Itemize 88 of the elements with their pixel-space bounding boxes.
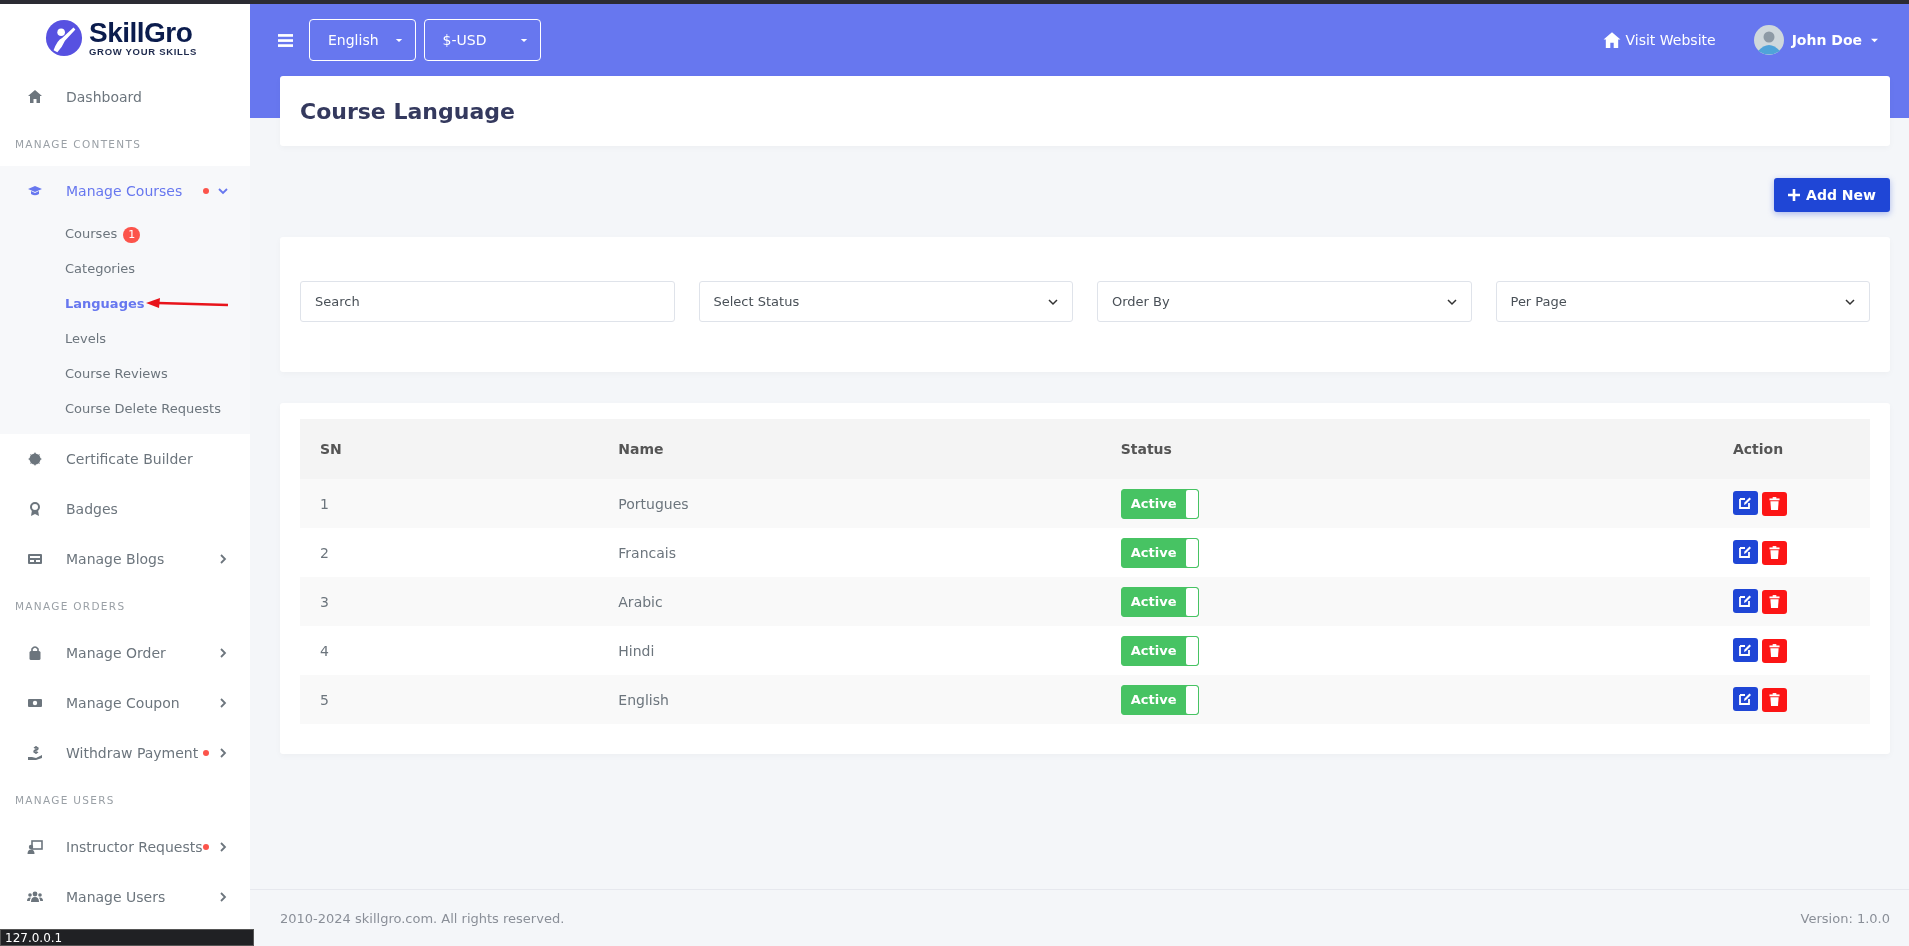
hand-dollar-icon — [27, 745, 43, 761]
edit-button[interactable] — [1733, 687, 1758, 712]
menu-button[interactable] — [278, 32, 293, 48]
plus-icon — [1788, 189, 1801, 201]
language-dropdown[interactable]: English — [309, 19, 416, 61]
column-header: Status — [1100, 419, 1713, 479]
sidebar-item[interactable]: Manage Users — [0, 872, 250, 922]
chalkboard-user-icon — [27, 839, 43, 855]
delete-button[interactable] — [1762, 491, 1787, 516]
table-cell: Portugues — [598, 479, 1101, 528]
currency-dropdown[interactable]: $-USD — [423, 19, 542, 61]
trash-icon — [1769, 595, 1780, 609]
submenu-item[interactable]: Levels — [0, 321, 107, 356]
chevron-down-icon — [1048, 296, 1058, 307]
chevron-down-icon — [1446, 296, 1457, 307]
edit-icon — [1738, 643, 1753, 658]
caret-icon — [394, 36, 403, 44]
edit-button[interactable] — [1733, 638, 1758, 663]
table-cell: Arabic — [598, 577, 1101, 626]
sidebar-item[interactable]: Withdraw Payment — [0, 728, 250, 778]
sidebar-item[interactable]: Instructor Requests — [0, 822, 250, 872]
status-url-tooltip: 127.0.0.1 — [0, 929, 254, 946]
sidebar-item[interactable]: Badges — [0, 484, 250, 534]
table-cell: 1 — [300, 479, 599, 528]
table-cell: 3 — [300, 577, 599, 626]
delete-button[interactable] — [1762, 687, 1787, 712]
home-icon — [27, 89, 43, 105]
section-heading: MANAGE USERS — [14, 793, 116, 808]
table-cell: 2 — [300, 528, 599, 577]
edit-icon — [1738, 545, 1753, 560]
trash-icon — [1769, 546, 1780, 560]
select-field[interactable]: Select Status — [698, 281, 1073, 322]
add-new-button[interactable]: Add New — [1774, 178, 1890, 212]
edit-icon — [1738, 594, 1753, 609]
table-cell: 4 — [300, 626, 599, 675]
table-cell: Francais — [598, 528, 1101, 577]
edit-button[interactable] — [1733, 589, 1758, 614]
users-icon — [27, 889, 43, 905]
version-text: Version: 1.0.0 — [1800, 910, 1890, 926]
delete-button[interactable] — [1762, 540, 1787, 565]
edit-button[interactable] — [1733, 540, 1758, 565]
section-heading: MANAGE ORDERS — [14, 599, 127, 614]
edit-button[interactable] — [1733, 491, 1758, 516]
sidebar-item[interactable]: Certificate Builder — [0, 434, 250, 484]
copyright-text: 2010-2024 skillgro.com. All rights reserved. — [280, 910, 565, 926]
page-title: Course Language — [300, 98, 515, 124]
table-cell: Hindi — [598, 626, 1101, 675]
sidebar-item[interactable]: Manage Order — [0, 628, 250, 678]
trash-icon — [1769, 693, 1780, 707]
logo-icon — [45, 19, 83, 57]
sidebar-item[interactable]: Manage Courses — [0, 166, 250, 216]
trash-icon — [1769, 497, 1780, 511]
menu-icon — [278, 32, 293, 48]
caret-icon — [520, 36, 529, 44]
submenu-item[interactable]: Course Reviews — [0, 356, 168, 391]
column-header: SN — [300, 419, 599, 479]
submenu-item[interactable]: Course Delete Requests — [0, 391, 221, 426]
trash-icon — [1769, 644, 1780, 658]
shopping-bag-icon — [27, 645, 43, 661]
select-field[interactable]: Order By — [1097, 281, 1472, 322]
search-field[interactable]: Search — [300, 281, 675, 322]
submenu-item[interactable]: Courses 1 — [0, 216, 141, 251]
gear-icon — [27, 451, 43, 467]
sidebar-item[interactable]: Manage Coupon — [0, 678, 250, 728]
visit-website-link[interactable]: Visit Website — [1601, 31, 1716, 49]
logo-name: SkillGro — [89, 19, 194, 48]
newspaper-icon — [27, 551, 43, 567]
logo-tagline: GROW YOUR SKILLS — [89, 47, 198, 57]
chevron-down-icon — [1845, 296, 1855, 307]
delete-button[interactable] — [1762, 638, 1787, 663]
table-cell: English — [598, 675, 1101, 724]
avatar — [1753, 25, 1784, 55]
sidebar-item[interactable]: Manage Blogs — [0, 534, 250, 584]
user-menu[interactable]: John Doe — [1753, 25, 1879, 55]
edit-icon — [1738, 692, 1753, 707]
column-header: Name — [598, 419, 1101, 479]
sidebar-item[interactable]: Dashboard — [0, 72, 250, 122]
column-header: Action — [1713, 419, 1870, 479]
caret-icon — [1870, 36, 1879, 44]
award-icon — [27, 501, 43, 517]
edit-icon — [1738, 496, 1753, 511]
select-field[interactable]: Per Page — [1495, 281, 1870, 322]
submenu-item[interactable]: Categories — [0, 251, 136, 286]
count-badge: 1 — [123, 226, 141, 243]
delete-button[interactable] — [1762, 589, 1787, 614]
section-heading: MANAGE CONTENTS — [14, 137, 143, 152]
submenu-item[interactable]: Languages — [0, 286, 145, 321]
table-cell: 5 — [300, 675, 599, 724]
